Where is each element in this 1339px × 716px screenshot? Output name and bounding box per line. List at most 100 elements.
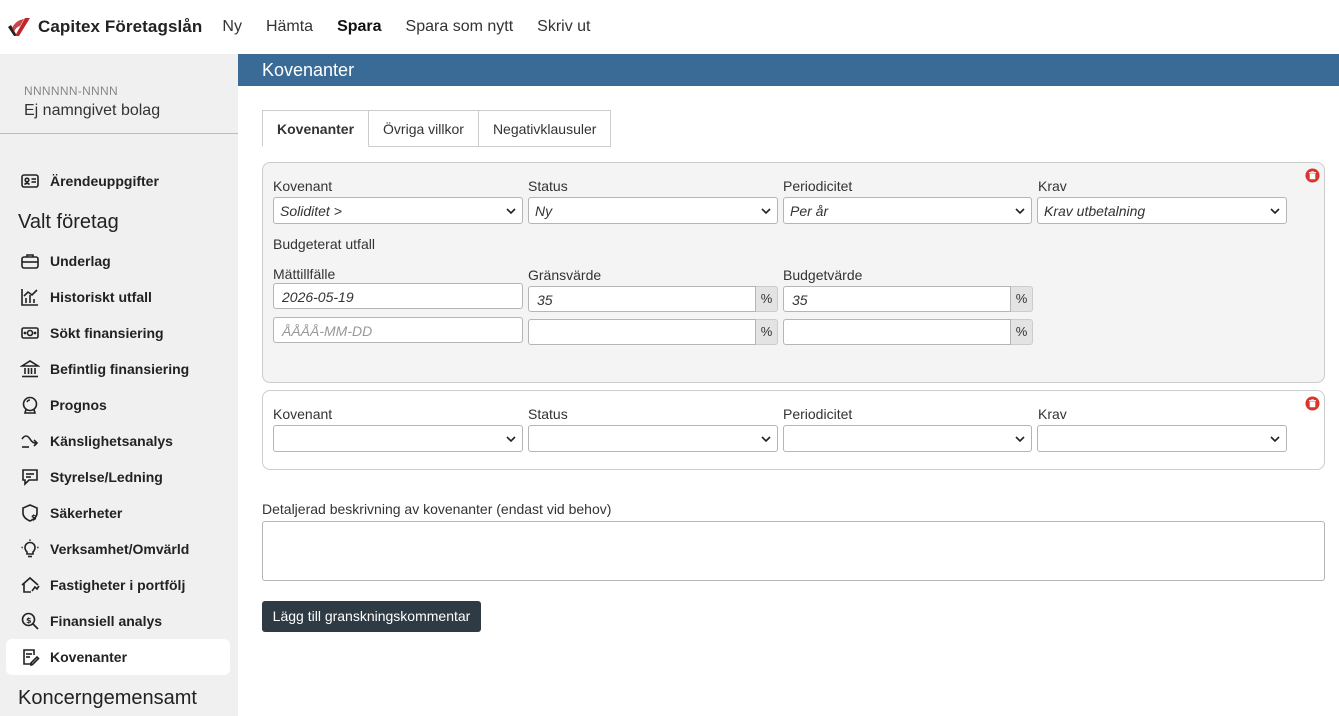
status-label: Status [528, 178, 568, 194]
requirement-select-value: Krav utbetalning [1044, 203, 1146, 219]
description-textarea[interactable] [262, 521, 1325, 581]
status-select[interactable]: Ny [528, 197, 778, 224]
covenant-card: Kovenant Status Periodicitet Krav Solidi… [262, 162, 1325, 383]
sidebar-item-label: Underlag [50, 253, 111, 269]
document-edit-icon [23, 649, 40, 667]
nav-print[interactable]: Skriv ut [537, 18, 590, 36]
requirement-select[interactable] [1037, 425, 1287, 452]
bank-icon [20, 360, 40, 378]
periodicity-select[interactable] [783, 425, 1032, 452]
add-review-comment-button[interactable]: Lägg till granskningskommentar [262, 601, 481, 632]
sidebar-item-sensitivity-analysis[interactable]: Känslighetsanalys [6, 423, 230, 459]
status-select-value: Ny [535, 203, 553, 219]
sidebar-item-label: Prognos [50, 397, 107, 413]
sidebar-item-business-environment[interactable]: Verksamhet/Omvärld [6, 531, 230, 567]
sidebar-item-collateral[interactable]: $ Säkerheter [6, 495, 230, 531]
periodicity-select[interactable]: Per år [783, 197, 1032, 224]
sidebar-item-forecast[interactable]: Prognos [6, 387, 230, 423]
nav-save-as-new[interactable]: Spara som nytt [406, 18, 514, 36]
status-select[interactable] [528, 425, 778, 452]
budget-value-input[interactable] [783, 319, 1011, 345]
measurement-date-input[interactable]: ÅÅÅÅ-MM-DD [273, 317, 523, 343]
covenant-select[interactable]: Soliditet > [273, 197, 523, 224]
covenant-card: Kovenant Status Periodicitet Krav [262, 390, 1325, 470]
budget-value-label: Budgetvärde [783, 267, 863, 283]
section-heading-group-common: Koncerngemensamt [18, 687, 197, 709]
percent-unit: % [1011, 286, 1033, 312]
percent-unit: % [756, 319, 778, 345]
percent-unit: % [756, 286, 778, 312]
limit-value-input[interactable] [528, 319, 756, 345]
svg-text:$: $ [31, 513, 37, 522]
limit-value-input[interactable]: 35 [528, 286, 756, 312]
nav-save[interactable]: Spara [337, 18, 381, 36]
crystal-ball-icon [22, 396, 38, 414]
trash-icon[interactable] [1305, 396, 1320, 411]
tab-bar: Kovenanter Övriga villkor Negativklausul… [262, 110, 612, 147]
speech-bubble-icon [22, 469, 38, 486]
id-card-icon [21, 174, 39, 188]
magnifier-dollar-icon: $ [21, 612, 39, 630]
bar-chart-icon [21, 289, 38, 306]
sidebar-item-label: Verksamhet/Omvärld [50, 541, 190, 557]
sidebar-item-properties-portfolio[interactable]: Fastigheter i portfölj [6, 567, 230, 603]
periodicity-label: Periodicitet [783, 406, 853, 422]
covenant-label: Kovenant [273, 406, 333, 422]
trash-icon[interactable] [1305, 168, 1320, 183]
tab-covenants[interactable]: Kovenanter [262, 110, 370, 147]
sidebar-item-financial-analysis[interactable]: $ Finansiell analys [6, 603, 230, 639]
sidebar-item-label: Känslighetsanalys [50, 433, 173, 449]
sidebar-item-label: Säkerheter [50, 505, 123, 521]
brand-name: Capitex Företagslån [38, 17, 203, 36]
measurement-date-input[interactable]: 2026-05-19 [273, 283, 523, 309]
nav-new[interactable]: Ny [222, 18, 242, 36]
shield-dollar-icon: $ [22, 504, 38, 522]
svg-text:$: $ [26, 616, 32, 625]
briefcase-icon [21, 254, 39, 269]
brand[interactable]: Capitex Företagslån [6, 16, 202, 38]
budget-value-input[interactable]: 35 [783, 286, 1011, 312]
sidebar-item-board-management[interactable]: Styrelse/Ledning [6, 459, 230, 495]
percent-unit: % [1011, 319, 1033, 345]
sidebar-item-label: Finansiell analys [50, 613, 163, 629]
sidebar-item-underlag[interactable]: Underlag [6, 243, 230, 279]
house-chart-icon [21, 576, 40, 593]
section-heading-selected-company: Valt företag [18, 211, 119, 233]
sidebar-item-requested-financing[interactable]: Sökt finansiering [6, 315, 230, 351]
budget-heading: Budgeterat utfall [273, 236, 375, 252]
sidebar-item-historical-outcome[interactable]: Historiskt utfall [6, 279, 230, 315]
chevron-down-icon [1270, 208, 1280, 215]
chevron-down-icon [761, 436, 771, 443]
chevron-down-icon [761, 208, 771, 215]
sidebar-item-label: Befintlig finansiering [50, 361, 190, 377]
requirement-select[interactable]: Krav utbetalning [1037, 197, 1287, 224]
sidebar-item-covenants[interactable]: Kovenanter [6, 639, 230, 675]
sidebar-item-label: Kovenanter [50, 649, 128, 665]
chevron-down-icon [1015, 436, 1025, 443]
tab-other-terms[interactable]: Övriga villkor [369, 110, 479, 147]
covenant-select[interactable] [273, 425, 523, 452]
status-label: Status [528, 406, 568, 422]
periodicity-label: Periodicitet [783, 178, 853, 194]
limit-value-label: Gränsvärde [528, 267, 602, 283]
arrow-flow-icon [21, 435, 39, 448]
requirement-label: Krav [1038, 406, 1067, 422]
chevron-down-icon [1270, 436, 1280, 443]
description-label: Detaljerad beskrivning av kovenanter (en… [262, 501, 612, 517]
nav-fetch[interactable]: Hämta [266, 18, 313, 36]
org-number: NNNNNN-NNNN [24, 84, 118, 98]
periodicity-select-value: Per år [790, 203, 829, 219]
measurement-date-label: Mättillfälle [273, 266, 336, 282]
top-navigation: Capitex Företagslån Ny Hämta Spara Spara… [0, 0, 1339, 54]
sidebar-item-existing-financing[interactable]: Befintlig finansiering [6, 351, 230, 387]
covenant-select-value: Soliditet > [280, 203, 342, 219]
organization-info: NNNNNN-NNNN Ej namngivet bolag [0, 54, 238, 134]
sidebar-item-case-details[interactable]: Ärendeuppgifter [6, 163, 230, 199]
chevron-down-icon [506, 436, 516, 443]
money-icon [21, 327, 39, 339]
sidebar: NNNNNN-NNNN Ej namngivet bolag Ärendeupp… [0, 54, 238, 716]
sidebar-item-label: Sökt finansiering [50, 325, 164, 341]
sidebar-item-label: Ärendeuppgifter [50, 173, 159, 189]
chevron-down-icon [1015, 208, 1025, 215]
tab-negative-clauses[interactable]: Negativklausuler [478, 110, 612, 147]
